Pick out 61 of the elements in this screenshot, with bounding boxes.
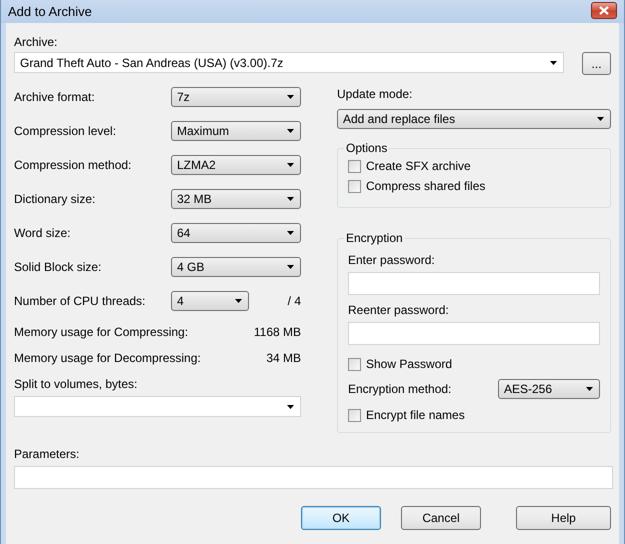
- password-field[interactable]: [348, 322, 600, 345]
- dialog-button[interactable]: Help: [516, 506, 611, 530]
- checkbox-label: Show Password: [366, 357, 452, 371]
- field-label: Archive format:: [14, 90, 95, 104]
- close-button[interactable]: [591, 2, 617, 19]
- dropdown[interactable]: 4: [171, 291, 249, 311]
- checkbox[interactable]: [348, 408, 361, 422]
- checkbox[interactable]: [348, 160, 361, 172]
- field-label: Word size:: [14, 226, 70, 240]
- field-label: Archive:: [14, 35, 58, 49]
- caret-icon: [287, 265, 294, 269]
- caret-icon: [287, 163, 294, 167]
- password-field[interactable]: [348, 272, 600, 295]
- field-label: Encryption method:: [348, 382, 452, 396]
- checkbox[interactable]: [348, 180, 361, 192]
- memory-label: Memory usage for Decompressing:: [14, 351, 201, 365]
- field-label: Compression method:: [14, 158, 132, 172]
- caret-icon: [597, 117, 604, 121]
- caret-icon: [550, 60, 558, 64]
- dropdown[interactable]: AES-256: [498, 379, 600, 399]
- checkbox-label: Create SFX archive: [366, 159, 471, 173]
- memory-value: 34 MB: [266, 351, 301, 365]
- caret-icon: [287, 231, 294, 235]
- field-label: Solid Block size:: [14, 260, 102, 274]
- caret-icon: [287, 197, 294, 201]
- dropdown[interactable]: 32 MB: [171, 189, 301, 209]
- dialog-button[interactable]: Cancel: [401, 506, 481, 530]
- memory-value: 1168 MB: [254, 325, 301, 339]
- thread-max: / 4: [288, 294, 301, 308]
- dropdown[interactable]: 64: [171, 223, 301, 243]
- caret-icon: [287, 95, 294, 99]
- memory-label: Memory usage for Compressing:: [14, 325, 188, 339]
- field-label: Update mode:: [337, 87, 414, 101]
- group-title: Options: [345, 141, 388, 155]
- group-title: Encryption: [345, 231, 404, 245]
- caret-icon: [586, 387, 593, 391]
- dropdown[interactable]: Maximum: [171, 121, 301, 141]
- close-icon: [599, 6, 609, 15]
- dropdown[interactable]: Add and replace files: [337, 109, 611, 129]
- field-label: Dictionary size:: [14, 192, 96, 206]
- field-label: Enter password:: [348, 253, 436, 267]
- caret-icon: [235, 299, 242, 303]
- field-label: Number of CPU threads:: [14, 294, 146, 308]
- dropdown[interactable]: 7z: [171, 87, 301, 107]
- checkbox-label: Encrypt file names: [366, 408, 465, 422]
- field-label: Parameters:: [14, 447, 80, 461]
- window-title: Add to Archive: [8, 4, 92, 19]
- dropdown[interactable]: LZMA2: [171, 155, 301, 175]
- field-label: Reenter password:: [348, 303, 450, 317]
- combo-field[interactable]: Grand Theft Auto - San Andreas (USA) (v3.00).7z: [14, 52, 564, 73]
- dropdown[interactable]: 4 GB: [171, 257, 301, 277]
- field-label: Split to volumes, bytes:: [14, 377, 138, 391]
- parameters-field[interactable]: [14, 466, 613, 489]
- dialog-button[interactable]: OK: [301, 506, 381, 530]
- combo-field[interactable]: [14, 396, 301, 417]
- checkbox[interactable]: [348, 358, 361, 370]
- browse-button[interactable]: ...: [582, 52, 611, 75]
- caret-icon: [287, 404, 294, 408]
- checkbox-label: Compress shared files: [366, 179, 486, 193]
- caret-icon: [287, 129, 294, 133]
- field-label: Compression level:: [14, 124, 116, 138]
